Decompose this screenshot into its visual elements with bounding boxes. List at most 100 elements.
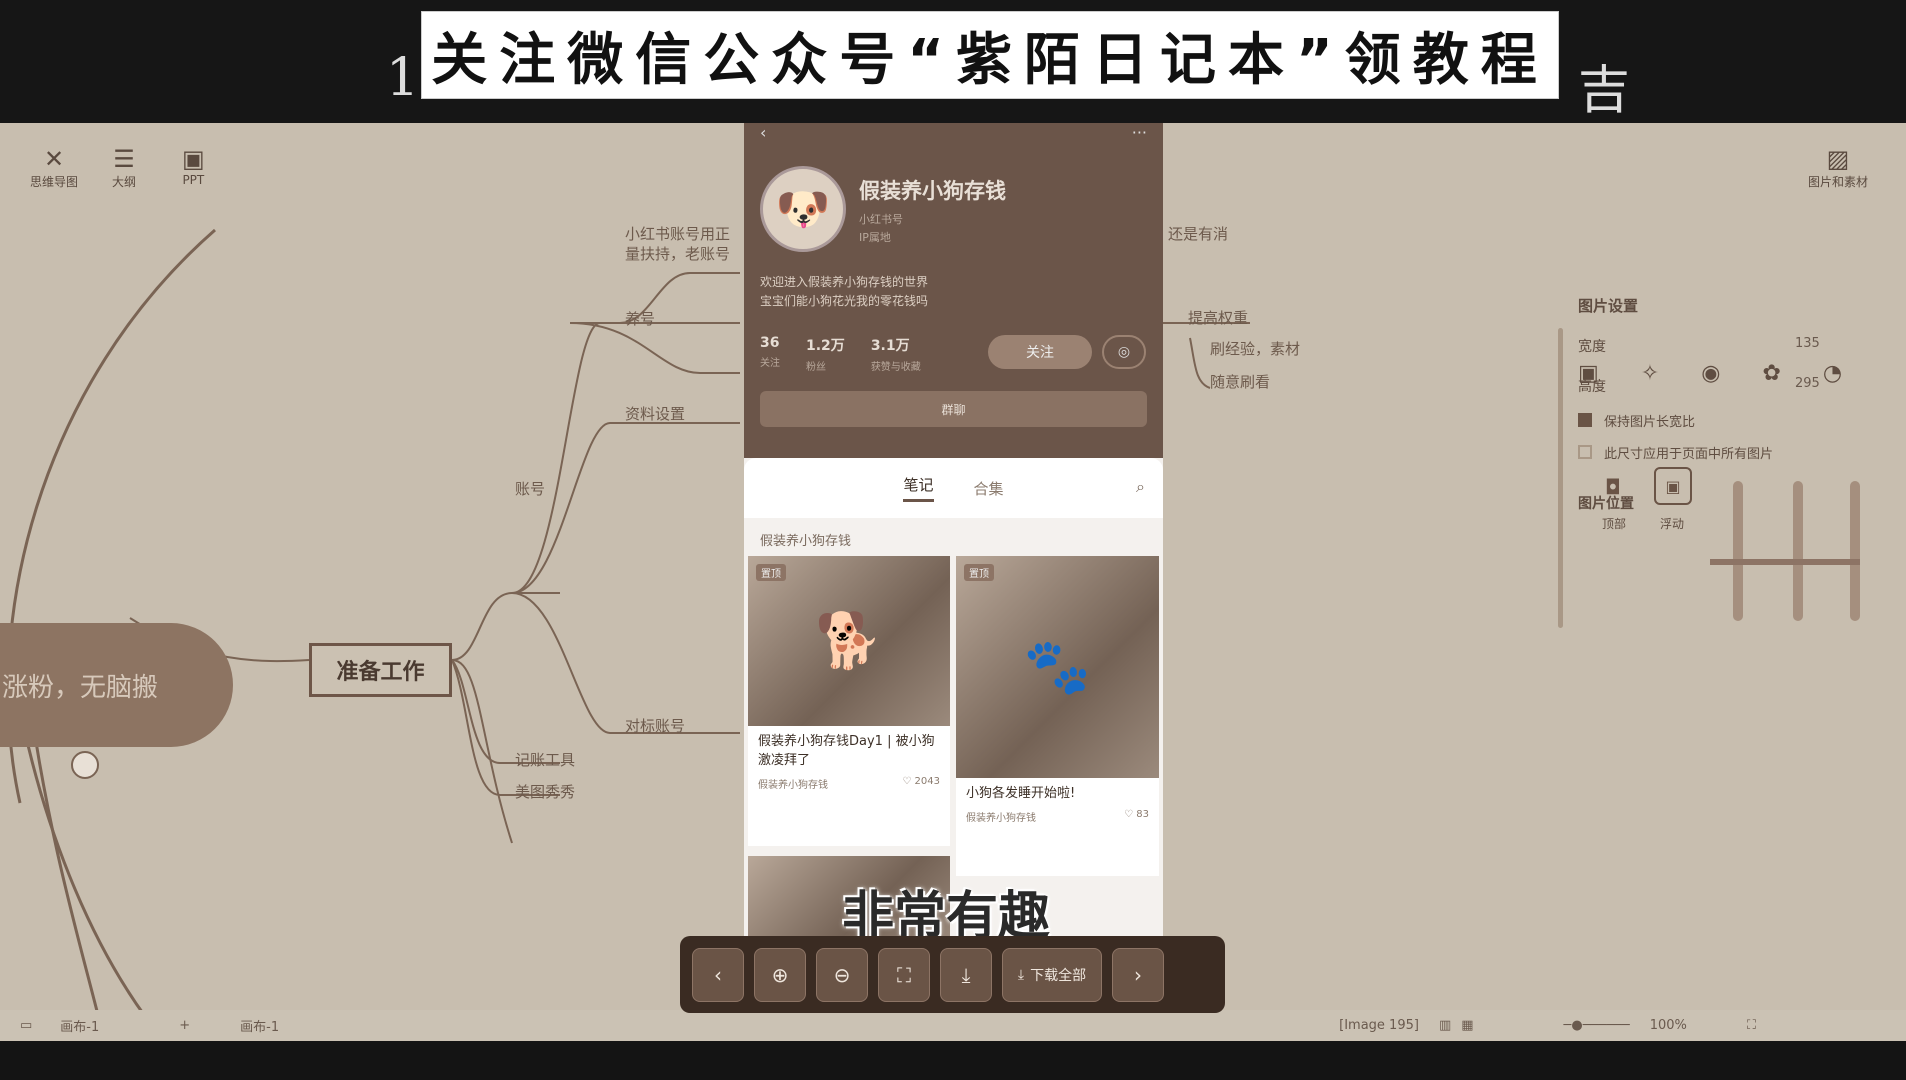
center-topic-node[interactable]: 涨粉，无脑搬 [0,623,233,747]
node-desc-2[interactable]: 量扶持，老账号 [625,243,730,264]
zoom-value[interactable]: 100% [1650,1018,1687,1033]
apply-all-label: 此尺寸应用于页面中所有图片 [1604,447,1774,462]
horizontal-slider[interactable] [1710,559,1860,565]
more-icon[interactable]: ··· [1132,123,1147,142]
slider-right[interactable] [1850,481,1860,621]
tab-sticker-icon[interactable]: ✿ [1762,361,1780,386]
note-image: 🐾 [956,556,1159,778]
right-glyph: 吉 [1578,61,1631,121]
profile-stats: 36 关注 1.2万 粉丝 3.1万 获赞与收藏 [760,335,921,374]
pin-tag: 置顶 [964,564,994,581]
download-button[interactable]: ⤓ [940,947,992,1002]
tab-style-icon[interactable]: ✧ [1641,361,1659,386]
chevron-left-icon: ‹ [714,962,722,987]
profile-name: 假装养小狗存钱 [859,179,1006,203]
profile-header: ‹ ··· 🐶 假装养小狗存钱 小红书号 IP属地 欢迎进入假装养小狗存钱的世界… [744,123,1163,458]
node-desc-1[interactable]: 小红书账号用正 [625,223,730,244]
zoom-out-button[interactable]: ⊖ [816,947,868,1002]
node-benchmark[interactable]: 对标账号 [625,715,685,736]
image-settings-title: 图片设置 [1578,297,1639,315]
node-meitu[interactable]: 美图秀秀 [515,781,575,802]
back-icon[interactable]: ‹ [760,123,766,142]
add-page-icon[interactable]: + [179,1018,190,1033]
fullscreen-icon[interactable]: ⛶ [1747,1018,1756,1033]
stat-likes[interactable]: 3.1万 获赞与收藏 [871,335,921,374]
image-count: [Image 195] [1339,1018,1419,1033]
page-tab-2[interactable]: 画布-1 [240,1016,279,1035]
node-profile[interactable]: 资料设置 [625,403,685,424]
note-card[interactable]: 🐾 置顶 小狗各发睡开始啦! 假装养小狗存钱 ♡ 83 [956,556,1159,876]
fit-screen-icon: ⛶ [897,962,911,987]
left-glyph: 1 [386,48,420,108]
tab-collection[interactable]: 合集 [974,478,1004,499]
panel-scrollbar[interactable] [1558,328,1563,628]
page-tab-1[interactable]: 画布-1 [60,1016,99,1035]
note-likes: ♡ 2043 [902,776,940,787]
keep-ratio-label: 保持图片长宽比 [1604,415,1696,430]
profile-bio: 欢迎进入假装养小狗存钱的世界 宝宝们能小狗花光我的零花钱吗 [760,273,928,311]
note-likes: ♡ 83 [1124,809,1149,820]
phone-preview: ‹ ··· 🐶 假装养小狗存钱 小红书号 IP属地 欢迎进入假装养小狗存钱的世界… [744,123,1163,943]
node-right-1[interactable]: 还是有消 [1168,223,1228,244]
download-all-button[interactable]: ⤓ 下载全部 [1002,947,1102,1002]
bottom-black-bar [0,1041,1906,1080]
image-viewer-toolbar: ‹ ⊕ ⊖ ⛶ ⤓ ⤓ 下载全部 › [680,936,1225,1013]
position-top-icon[interactable]: ◘ [1605,475,1621,499]
pin-tag: 置顶 [756,564,786,581]
avatar[interactable]: 🐶 [760,166,846,252]
node-raise[interactable]: 养号 [625,308,655,329]
node-tools[interactable]: 记账工具 [515,749,575,770]
tab-marker-icon[interactable]: ◉ [1701,361,1720,386]
width-label: 宽度 [1578,339,1606,355]
message-button[interactable]: ◎ [1102,335,1146,369]
slider-left[interactable] [1733,481,1743,621]
prep-node[interactable]: 准备工作 [309,643,452,697]
note-card[interactable]: 🐕 置顶 假装养小狗存钱Day1 | 被小狗激凌拜了 假装养小狗存钱 ♡ 204… [748,556,950,846]
node-random[interactable]: 随意刷看 [1210,371,1270,392]
height-label: 高度 [1578,379,1606,395]
group-chat-bar[interactable]: 群聊 [760,391,1147,427]
slider-mid[interactable] [1793,481,1803,621]
status-bar: ▭ 画布-1 + 画布-1 [Image 195] ▥ ▦ ─●────── 1… [0,1010,1906,1041]
note-image: 🐕 [748,556,950,726]
tab-notes[interactable]: 笔记 [903,474,934,502]
height-input[interactable]: 295 [1795,376,1820,391]
chevron-right-icon: › [1134,962,1142,987]
fit-button[interactable]: ⛶ [878,947,930,1002]
stat-follow[interactable]: 36 关注 [760,335,780,374]
node-experience[interactable]: 刷经验，素材 [1210,338,1300,359]
zoom-in-icon: ⊕ [771,962,789,987]
note-author: 假装养小狗存钱 [966,813,1036,824]
keep-ratio-checkbox[interactable] [1578,413,1592,427]
node-account[interactable]: 账号 [515,478,545,499]
follow-button[interactable]: 关注 [988,335,1092,369]
album-label[interactable]: 假装养小狗存钱 [760,530,851,549]
node-weight[interactable]: 提高权重 [1188,307,1248,328]
profile-id: 小红书号 [859,213,903,226]
screen: { "banner": {"text": "关注微信公众号“紫陌日记本”领教程"… [0,0,1906,1080]
download-icon: ⤓ [961,962,971,987]
position-float-icon[interactable]: ▣ [1654,467,1692,505]
profile-tabs: 笔记 合集 [744,458,1163,518]
profile-ip: IP属地 [859,231,891,244]
stat-fans[interactable]: 1.2万 粉丝 [806,335,845,374]
zoom-slider[interactable]: ─●────── [1564,1018,1630,1033]
apply-all-checkbox[interactable] [1578,445,1592,459]
top-black-bar: 1 关注微信公众号“紫陌日记本”领教程 吉 [0,0,1906,123]
width-input[interactable]: 135 [1795,336,1820,351]
view-icon[interactable]: ▥ [1439,1018,1451,1033]
note-title: 假装养小狗存钱Day1 | 被小狗激凌拜了 [758,734,935,768]
note-meta: 假装养小狗存钱 ♡ 83 [956,809,1159,824]
note-author: 假装养小狗存钱 [758,780,828,791]
download-icon: ⤓ [1017,966,1025,983]
promo-banner: 关注微信公众号“紫陌日记本”领教程 [421,11,1559,99]
layout-icon[interactable]: ▭ [20,1018,32,1033]
grid-icon[interactable]: ▦ [1461,1018,1473,1033]
tab-history-icon[interactable]: ◔ [1823,361,1842,386]
zoom-out-icon: ⊖ [833,962,851,987]
zoom-in-button[interactable]: ⊕ [754,947,806,1002]
next-button[interactable]: › [1112,947,1164,1002]
bio-line: 宝宝们能小狗花光我的零花钱吗 [760,294,929,308]
prev-button[interactable]: ‹ [692,947,744,1002]
search-icon[interactable]: ⌕ [1136,477,1145,497]
